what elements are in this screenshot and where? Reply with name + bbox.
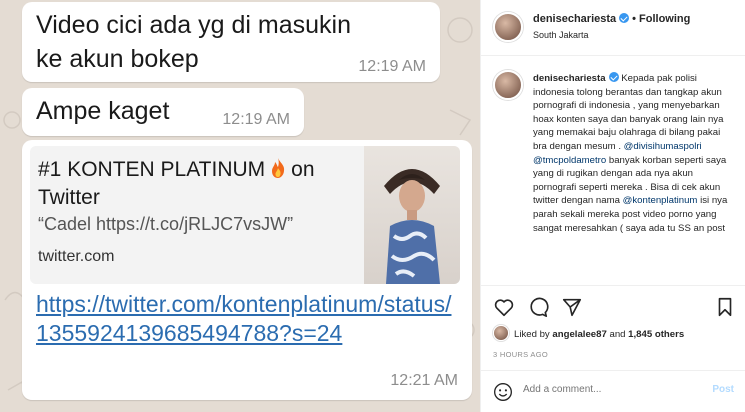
username-link[interactable]: denisechariesta xyxy=(533,13,616,25)
caption-author-link[interactable]: denisechariesta xyxy=(533,73,606,84)
instagram-post-panel: denisechariesta • Following South Jakarta … xyxy=(480,0,745,412)
heart-icon[interactable] xyxy=(493,296,515,318)
bookmark-icon[interactable] xyxy=(714,296,736,318)
mention-link[interactable]: @kontenplatinum xyxy=(623,195,698,206)
chat-screenshot: Video cici ada yg di masukin ke akun bok… xyxy=(0,0,480,412)
link-preview-title: #1 KONTEN PLATINUM on Twitter xyxy=(38,158,315,209)
link-preview-description: “Cadel https://t.co/jRLJC7vsJW” xyxy=(38,214,294,234)
fire-emoji-icon xyxy=(272,158,285,178)
liker-username-link[interactable]: angelalee87 xyxy=(552,329,606,340)
post-timestamp: 3 HOURS AGO xyxy=(493,350,548,359)
mention-link[interactable]: @divisihumaspolri xyxy=(624,141,702,152)
share-icon[interactable] xyxy=(561,296,583,318)
message-time: 12:19 AM xyxy=(358,58,426,75)
chat-link-message: #1 KONTEN PLATINUM on Twitter “Cadel http… xyxy=(22,140,472,400)
location-link[interactable]: South Jakarta xyxy=(533,30,589,40)
message-time: 12:21 AM xyxy=(390,372,458,389)
chat-message: Video cici ada yg di masukin ke akun bok… xyxy=(22,2,440,82)
likes-count-link[interactable]: 1,845 others xyxy=(628,329,684,340)
link-preview-thumbnail xyxy=(364,146,460,284)
mention-link[interactable]: @tmcpoldametro xyxy=(533,155,606,166)
comment-input[interactable] xyxy=(523,384,693,395)
caption-text: denisechariesta Kepada pak polisi indone… xyxy=(533,72,728,234)
comment-icon[interactable] xyxy=(527,296,549,318)
verified-badge-icon xyxy=(619,13,630,23)
verified-badge-icon xyxy=(608,72,619,82)
link-preview-card[interactable]: #1 KONTEN PLATINUM on Twitter “Cadel http… xyxy=(30,146,460,284)
post-actions xyxy=(493,296,736,320)
avatar[interactable] xyxy=(493,70,523,100)
post-comment-button[interactable]: Post xyxy=(712,384,734,395)
link-preview-domain: twitter.com xyxy=(38,248,115,265)
likes-summary: Liked by angelalee87 and 1,845 others xyxy=(493,325,684,341)
chat-message: Ampe kaget 12:19 AM xyxy=(22,88,304,136)
post-header: denisechariesta • Following South Jakarta xyxy=(481,0,745,56)
message-text: Video cici ada yg di masukin ke akun bok… xyxy=(36,11,351,73)
avatar[interactable] xyxy=(493,12,523,42)
emoji-icon[interactable] xyxy=(493,382,513,402)
post-caption: denisechariesta Kepada pak polisi indone… xyxy=(481,56,745,286)
avatar xyxy=(493,325,509,341)
tweet-link[interactable]: https://twitter.com/kontenplatinum/statu… xyxy=(36,290,456,348)
comment-bar: Post xyxy=(481,370,745,412)
message-text: Ampe kaget xyxy=(36,97,170,125)
message-time: 12:19 AM xyxy=(222,111,290,128)
following-button[interactable]: Following xyxy=(639,13,690,25)
separator-dot: • xyxy=(632,13,637,25)
